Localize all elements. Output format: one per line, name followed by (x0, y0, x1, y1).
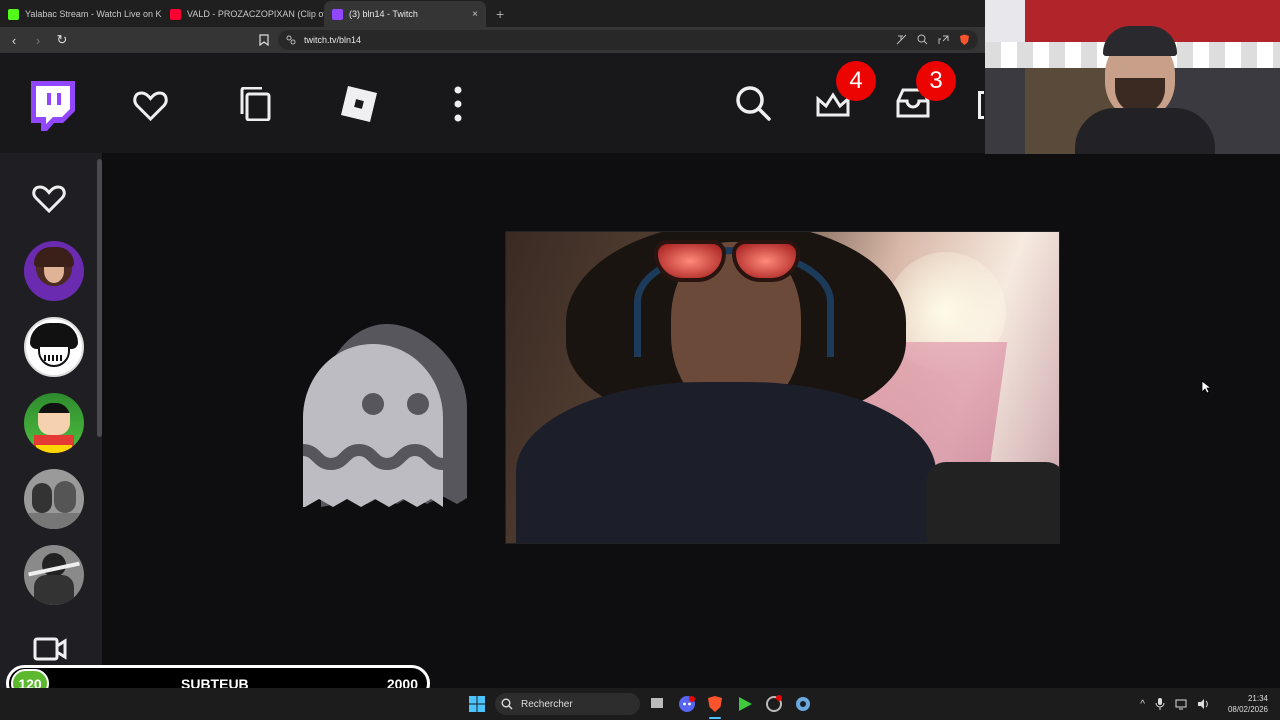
microphone-icon[interactable] (1155, 698, 1165, 710)
tab-title: VALD - PROZACZOPIXAN (Clip offici (187, 9, 324, 19)
taskbar-clock[interactable]: 21:34 08/02/2026 (1228, 693, 1268, 715)
clock-date: 08/02/2026 (1227, 705, 1268, 714)
close-tab-icon[interactable]: × (468, 9, 478, 20)
channel-avatar-3[interactable] (24, 393, 84, 453)
heart-icon[interactable] (32, 184, 66, 214)
channel-avatar-4[interactable] (24, 469, 84, 529)
followed-channels-sidebar (0, 153, 102, 688)
tab-title: Yalabac Stream - Watch Live on Kick (25, 9, 162, 19)
stream-video-player[interactable] (505, 231, 1060, 544)
prime-notification-badge: 4 (836, 61, 876, 101)
app-icon[interactable] (765, 695, 783, 713)
youtube-favicon-icon (170, 8, 181, 20)
network-icon[interactable] (1175, 698, 1187, 710)
tab-youtube[interactable]: VALD - PROZACZOPIXAN (Clip offici (162, 1, 324, 27)
avatar-figure-left (32, 483, 52, 513)
avatar-hair (34, 247, 74, 267)
address-bar[interactable]: twitch.tv/bln14 (278, 30, 978, 50)
heart-icon[interactable] (133, 90, 168, 122)
camera-icon[interactable] (33, 636, 67, 662)
nav-overflow-edge (978, 91, 984, 119)
url-text: twitch.tv/bln14 (304, 35, 362, 45)
windows-start-icon[interactable] (469, 696, 485, 712)
forward-button[interactable]: › (28, 30, 48, 50)
bookmark-icon[interactable] (259, 34, 269, 46)
translate-icon[interactable] (896, 34, 907, 45)
share-icon[interactable] (938, 34, 949, 45)
inbox-notification-badge: 3 (916, 61, 956, 101)
tab-twitch[interactable]: (3) bln14 - Twitch × (324, 1, 486, 27)
task-view-icon[interactable] (650, 696, 664, 710)
avatar-figure-right (54, 481, 76, 513)
avatar-mouth (44, 355, 64, 361)
avatar-body (34, 575, 74, 605)
search-icon[interactable] (735, 85, 771, 121)
offline-ghost-icon (302, 324, 467, 507)
tray-overflow-icon[interactable]: ^ (1140, 699, 1145, 710)
search-label: Rechercher (521, 698, 573, 710)
windows-taskbar: Rechercher ^ 21:34 08/02/2026 (0, 688, 1280, 720)
channel-avatar-5[interactable] (24, 545, 84, 605)
more-icon[interactable] (453, 86, 463, 122)
tab-kick[interactable]: Yalabac Stream - Watch Live on Kick (0, 1, 162, 27)
settings-icon[interactable] (794, 695, 812, 713)
taskbar-search[interactable]: Rechercher (495, 693, 640, 715)
mouse-cursor-icon (1201, 380, 1210, 394)
avatar-ground (24, 513, 84, 529)
kick-favicon-icon (8, 8, 19, 20)
twitch-logo-icon[interactable] (27, 81, 75, 133)
video-person-body (516, 382, 936, 543)
discord-icon[interactable] (678, 695, 696, 713)
browse-icon[interactable] (239, 87, 271, 121)
brave-active-indicator (709, 717, 721, 719)
avatar-face (38, 413, 70, 435)
search-icon (501, 698, 513, 710)
video-bag (926, 462, 1059, 543)
address-bar-actions (896, 34, 978, 46)
new-tab-button[interactable]: + (486, 1, 514, 27)
streamer-webcam-overlay (985, 0, 1280, 154)
screen: Yalabac Stream - Watch Live on Kick VALD… (0, 0, 1280, 720)
reload-button[interactable]: ↻ (52, 30, 72, 50)
webcam-person-body (1075, 108, 1215, 154)
back-button[interactable]: ‹ (4, 30, 24, 50)
roblox-icon[interactable] (339, 84, 379, 124)
twitch-favicon-icon (332, 8, 343, 20)
zoom-icon[interactable] (917, 34, 928, 45)
avatar-shorts (36, 445, 72, 453)
site-settings-icon[interactable] (286, 35, 296, 45)
volume-icon[interactable] (1197, 698, 1210, 710)
tab-title: (3) bln14 - Twitch (349, 9, 418, 19)
channel-avatar-1[interactable] (24, 241, 84, 301)
clock-time: 21:34 (1247, 694, 1268, 703)
channel-avatar-2[interactable] (24, 317, 84, 377)
brave-shield-icon[interactable] (959, 34, 970, 46)
webcam-cap (1103, 26, 1177, 56)
media-player-icon[interactable] (737, 696, 753, 712)
video-sunglasses-left (654, 240, 726, 282)
brave-browser-icon[interactable] (707, 695, 723, 713)
